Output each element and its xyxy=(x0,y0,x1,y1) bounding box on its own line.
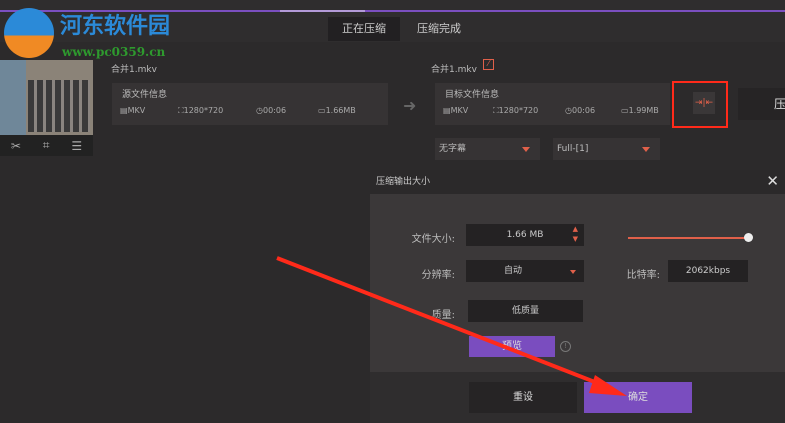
annotation-arrow-head xyxy=(589,375,627,396)
annotation-arrow xyxy=(276,256,627,396)
annotation-arrow-line xyxy=(276,256,606,388)
